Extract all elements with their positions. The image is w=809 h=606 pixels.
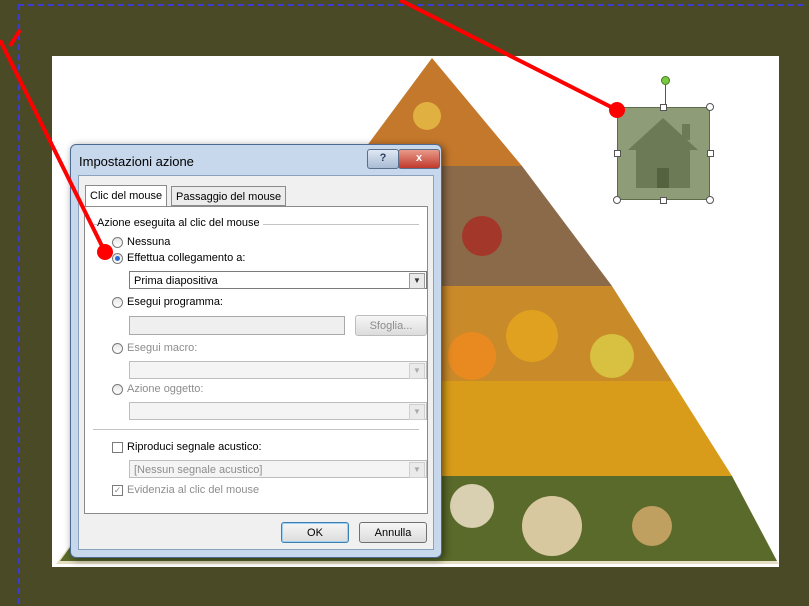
group-label: Azione eseguita al clic del mouse [97,217,263,229]
radio-button[interactable] [112,383,123,395]
resize-handle[interactable] [613,196,621,204]
play-sound-checkbox[interactable]: Riproduci segnale acustico: [112,441,262,453]
chevron-down-icon[interactable]: ▼ [409,404,425,420]
radio-run-macro-label: Esegui macro: [127,342,198,354]
highlight-checkbox[interactable]: ✓ Evidenzia al clic del mouse [112,484,259,496]
radio-run-macro[interactable]: Esegui macro: [112,342,197,354]
highlight-label: Evidenzia al clic del mouse [127,484,260,496]
radio-none-label: Nessuna [127,236,171,248]
home-action-button[interactable] [617,107,710,200]
help-button[interactable]: ? [367,149,399,169]
radio-hyperlink-label: Effettua collegamento a: [127,252,246,264]
radio-button[interactable] [112,296,123,308]
resize-handle[interactable] [706,196,714,204]
play-sound-label: Riproduci segnale acustico: [127,441,262,453]
dialog-client: Clic del mouse Passaggio del mouse Azion… [78,175,434,550]
tab-mouse-over[interactable]: Passaggio del mouse [171,186,287,206]
resize-handle[interactable] [707,150,714,157]
radio-object-action-label: Azione oggetto: [127,383,204,395]
resize-handle[interactable] [660,104,667,111]
chevron-down-icon[interactable]: ▼ [409,273,425,289]
resize-handle[interactable] [706,103,714,111]
action-settings-dialog: Impostazioni azione ? x Clic del mouse P… [70,144,442,558]
radio-button[interactable] [112,252,123,264]
home-icon [628,118,698,188]
chevron-down-icon[interactable]: ▼ [409,462,425,478]
tab-mouse-click[interactable]: Clic del mouse [85,185,168,207]
checkbox[interactable]: ✓ [112,484,123,496]
tab-panel: Azione eseguita al clic del mouse Nessun… [84,206,428,514]
resize-handle[interactable] [614,150,621,157]
program-path-input[interactable] [129,316,345,335]
radio-button[interactable] [112,236,123,248]
radio-button[interactable] [112,342,123,354]
ok-button[interactable]: OK [281,522,349,543]
section-divider [93,429,419,430]
checkbox[interactable] [112,441,123,453]
close-button[interactable]: x [398,149,440,169]
sound-select-value: [Nessun segnale acustico] [134,464,263,476]
resize-handle[interactable] [613,103,621,111]
radio-run-program-label: Esegui programma: [127,296,223,308]
cancel-button[interactable]: Annulla [359,522,427,543]
radio-hyperlink[interactable]: Effettua collegamento a: [112,252,245,264]
sound-select[interactable]: [Nessun segnale acustico] ▼ [129,460,427,478]
macro-select[interactable]: ▼ [129,361,427,379]
browse-button[interactable]: Sfoglia... [355,315,427,336]
chevron-down-icon[interactable]: ▼ [409,363,425,379]
radio-object-action[interactable]: Azione oggetto: [112,383,203,395]
hyperlink-select-value: Prima diapositiva [134,275,218,287]
dialog-title: Impostazioni azione [79,154,194,169]
rotation-handle[interactable] [661,76,670,85]
object-action-select[interactable]: ▼ [129,402,427,420]
hyperlink-select[interactable]: Prima diapositiva ▼ [129,271,427,289]
radio-none[interactable]: Nessuna [112,236,170,248]
resize-handle[interactable] [660,197,667,204]
radio-run-program[interactable]: Esegui programma: [112,296,223,308]
